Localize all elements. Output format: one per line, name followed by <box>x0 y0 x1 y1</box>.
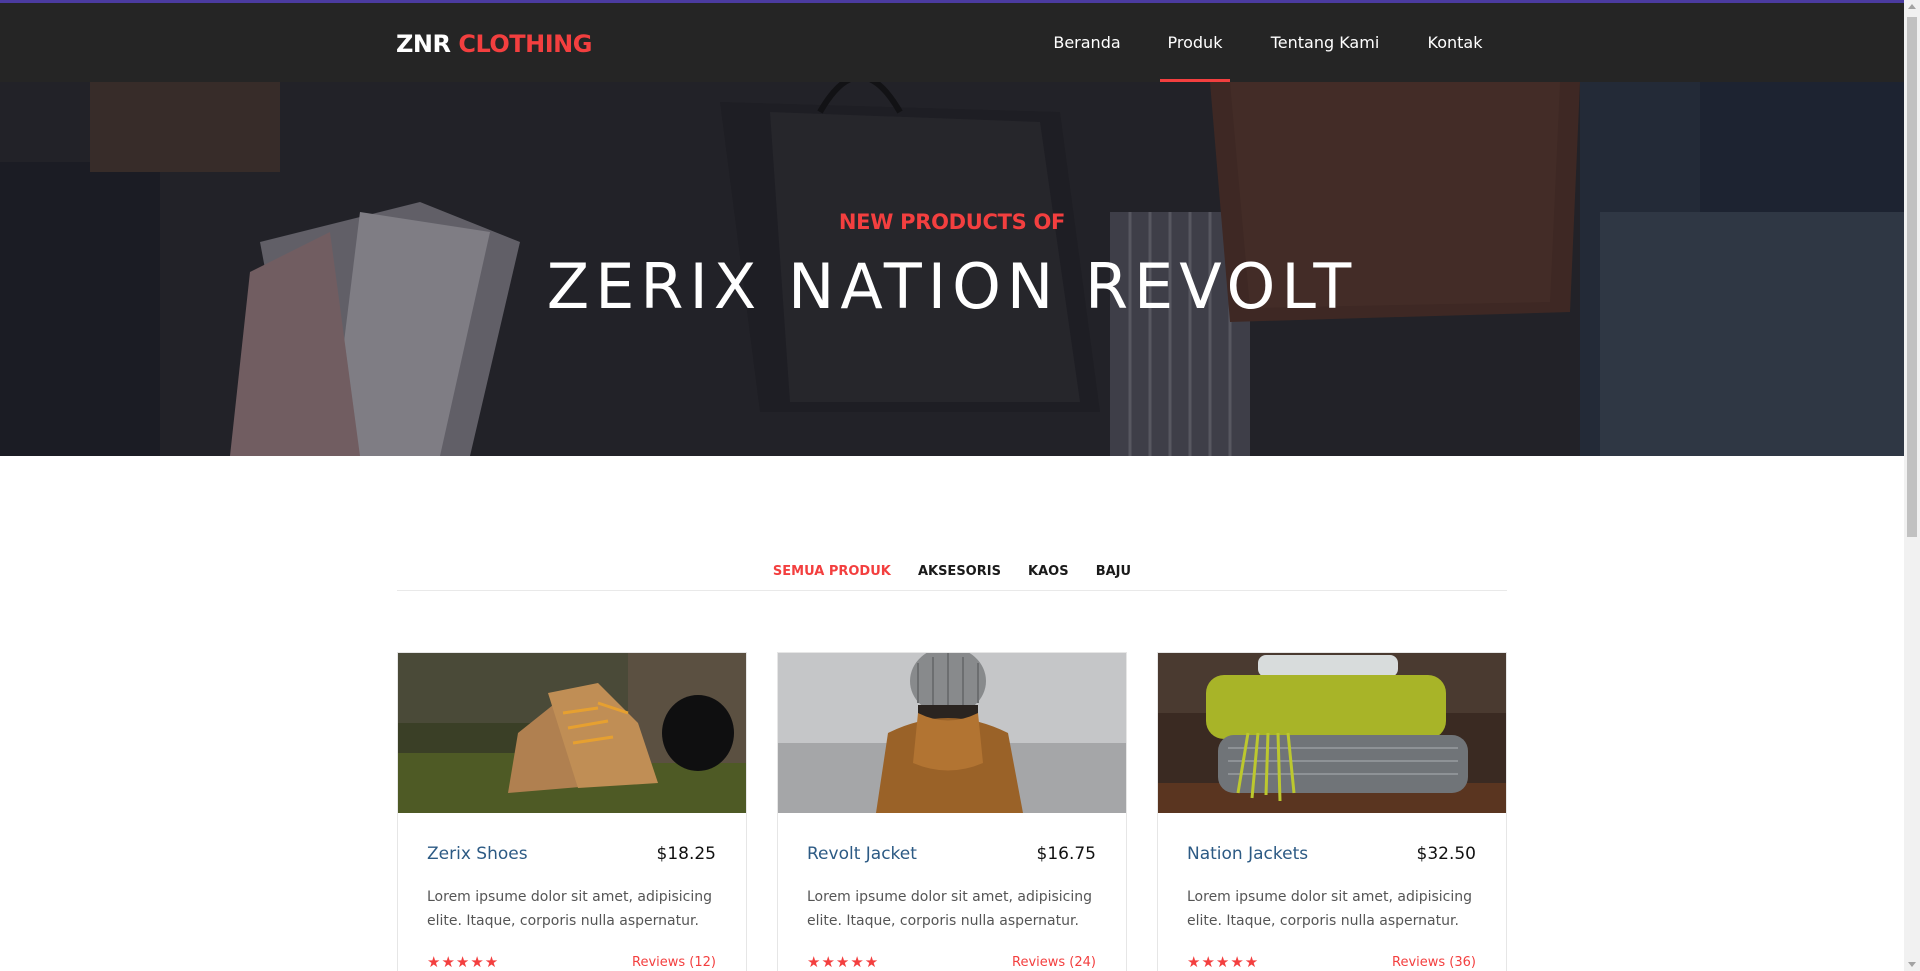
product-image-boots[interactable] <box>398 653 746 813</box>
product-name[interactable]: Zerix Shoes <box>427 844 528 864</box>
brand-logo[interactable]: ZNR CLOTHING <box>396 30 592 58</box>
scrollbar-thumb[interactable] <box>1907 17 1917 537</box>
nav-item-kontak[interactable]: Kontak <box>1422 3 1488 82</box>
scroll-down-arrow-icon[interactable] <box>1908 962 1916 967</box>
rating-stars-icon: ★★★★★ <box>1187 953 1260 971</box>
navbar: ZNR CLOTHING Beranda Produk Tentang Kami… <box>0 3 1904 82</box>
filter-divider <box>397 590 1507 591</box>
hero-title: ZERIX NATION REVOLT <box>546 250 1358 323</box>
product-description: Lorem ipsume dolor sit amet, adipisicing… <box>807 889 1093 929</box>
product-image-jacket[interactable] <box>778 653 1126 813</box>
filter-semua-produk[interactable]: SEMUA PRODUK <box>773 564 891 579</box>
product-reviews-link[interactable]: Reviews (36) <box>1392 955 1476 970</box>
filter-aksesoris[interactable]: AKSESORIS <box>918 564 1001 579</box>
product-card[interactable]: Revolt Jacket $16.75 Lorem ipsume dolor … <box>777 652 1127 971</box>
product-description: Lorem ipsume dolor sit amet, adipisicing… <box>427 889 713 929</box>
product-image-scarves[interactable] <box>1158 653 1506 813</box>
rating-stars-icon: ★★★★★ <box>427 953 500 971</box>
rating-stars-icon: ★★★★★ <box>807 953 880 971</box>
product-name[interactable]: Nation Jackets <box>1187 844 1308 864</box>
nav-item-beranda[interactable]: Beranda <box>1046 3 1128 82</box>
product-price: $18.25 <box>656 844 716 864</box>
vertical-scrollbar[interactable] <box>1904 0 1920 971</box>
product-card[interactable]: Zerix Shoes $18.25 Lorem ipsume dolor si… <box>397 652 747 971</box>
product-price: $32.50 <box>1416 844 1476 864</box>
nav-item-tentang-kami[interactable]: Tentang Kami <box>1264 3 1386 82</box>
hero-banner: NEW PRODUCTS OF ZERIX NATION REVOLT <box>0 82 1904 456</box>
brand-part2: CLOTHING <box>458 30 592 58</box>
product-card[interactable]: Nation Jackets $32.50 Lorem ipsume dolor… <box>1157 652 1507 971</box>
product-filter-tabs: SEMUA PRODUK AKSESORIS KAOS BAJU <box>0 560 1904 579</box>
filter-baju[interactable]: BAJU <box>1096 564 1131 579</box>
hero-subtitle: NEW PRODUCTS OF <box>838 210 1066 234</box>
product-price: $16.75 <box>1036 844 1096 864</box>
product-description: Lorem ipsume dolor sit amet, adipisicing… <box>1187 889 1473 929</box>
nav-item-produk[interactable]: Produk <box>1160 3 1230 82</box>
product-reviews-link[interactable]: Reviews (24) <box>1012 955 1096 970</box>
brand-part1: ZNR <box>396 30 451 58</box>
product-reviews-link[interactable]: Reviews (12) <box>632 955 716 970</box>
filter-kaos[interactable]: KAOS <box>1028 564 1069 579</box>
product-name[interactable]: Revolt Jacket <box>807 844 917 864</box>
scroll-up-arrow-icon[interactable] <box>1908 4 1916 9</box>
